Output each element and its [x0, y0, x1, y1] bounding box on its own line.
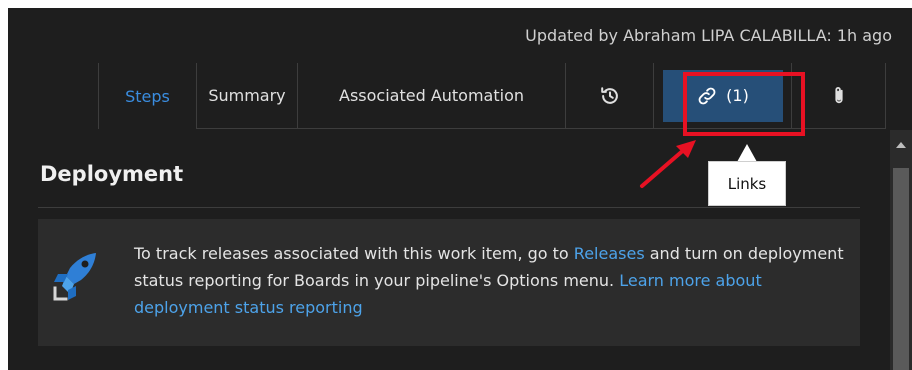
- scrollbar-thumb[interactable]: [893, 168, 909, 370]
- info-text-part1: To track releases associated with this w…: [134, 244, 574, 263]
- links-count: (1): [726, 86, 749, 105]
- tab-attachments[interactable]: [791, 63, 886, 129]
- tooltip-pointer: [737, 144, 757, 162]
- deployment-section-title: Deployment: [40, 162, 184, 186]
- links-button[interactable]: (1): [662, 69, 783, 122]
- paperclip-icon: [834, 86, 843, 103]
- updated-by-text: Updated by Abraham LIPA CALABILLA: 1h ag…: [525, 26, 892, 45]
- tab-summary[interactable]: Summary: [196, 63, 297, 129]
- tab-links[interactable]: (1): [653, 63, 791, 129]
- annotation-arrow-icon: [640, 140, 696, 188]
- section-divider: [38, 207, 860, 208]
- tab-bar: Steps Summary Associated Automation (1): [98, 63, 886, 129]
- pipelines-icon: [53, 253, 96, 301]
- tab-steps[interactable]: Steps: [98, 63, 196, 129]
- tab-history[interactable]: [565, 63, 653, 129]
- link-icon: [698, 87, 716, 104]
- history-icon: [600, 86, 618, 104]
- tab-associated-automation-label: Associated Automation: [339, 86, 524, 105]
- deployment-info-text: To track releases associated with this w…: [134, 240, 844, 321]
- releases-link[interactable]: Releases: [574, 244, 645, 263]
- scroll-up-arrow-icon[interactable]: [896, 142, 906, 148]
- tab-steps-label: Steps: [125, 86, 170, 106]
- links-tooltip: Links: [708, 161, 786, 206]
- tab-summary-label: Summary: [208, 86, 286, 105]
- tab-associated-automation[interactable]: Associated Automation: [297, 63, 565, 129]
